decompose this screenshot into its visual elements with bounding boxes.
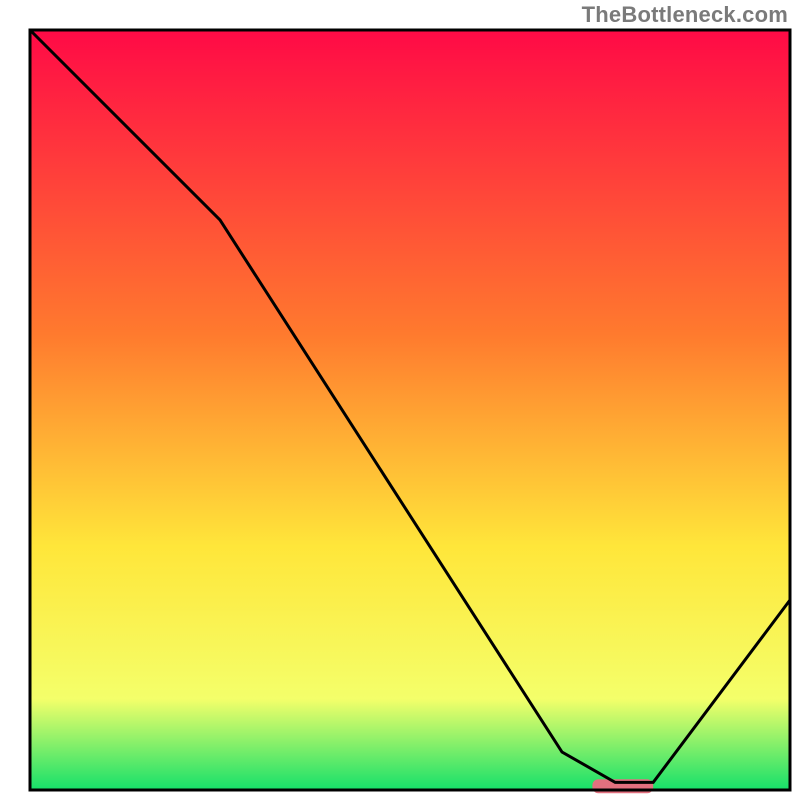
bottleneck-chart [0,0,800,800]
watermark-text: TheBottleneck.com [582,2,788,28]
